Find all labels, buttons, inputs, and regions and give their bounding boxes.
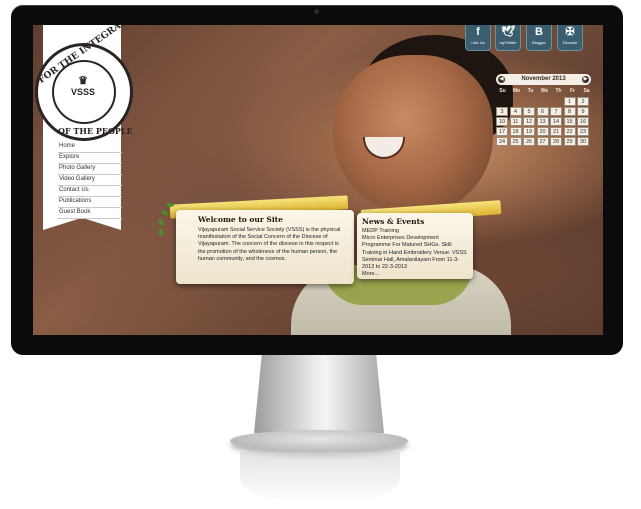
facebook-glyph: f	[476, 26, 480, 38]
calendar-empty-cell	[550, 97, 562, 106]
calendar-day[interactable]: 8	[563, 107, 576, 116]
calendar-day[interactable]: 6	[536, 107, 549, 116]
laurel-leaf-icon	[166, 203, 174, 207]
calendar-day[interactable]: 20	[536, 127, 549, 136]
logo-ring-text-bottom: OF THE PEOPLE	[58, 126, 133, 136]
calendar-header: ◀ November 2013 ▶	[496, 74, 591, 85]
laurel-leaf-icon	[160, 209, 170, 217]
calendar-day[interactable]: 28	[550, 137, 562, 146]
site-logo[interactable]: FOR THE INTEGRAL GROWTH ♛ VSSS OF THE PEO…	[35, 25, 170, 141]
event-calendar: ◀ November 2013 ▶ Su Mo Tu We Th Fr Sa 1234567…	[496, 74, 591, 146]
calendar-weekday: Mo	[512, 88, 521, 94]
calendar-day[interactable]: 24	[496, 137, 508, 146]
diocese-glyph: ✠	[565, 26, 575, 38]
blogger-glyph: B	[535, 26, 543, 38]
calendar-empty-cell	[510, 97, 522, 106]
nav-item-publications[interactable]: Publications	[58, 197, 122, 208]
nav-item-contact-us[interactable]: Contact Us	[58, 186, 122, 197]
blogger-label: Blogger	[532, 40, 546, 45]
calendar-weekday: Sa	[583, 88, 590, 94]
calendar-day[interactable]: 26	[523, 137, 535, 146]
calendar-day[interactable]: 9	[577, 107, 589, 116]
calendar-day[interactable]: 22	[563, 127, 576, 136]
calendar-day[interactable]: 21	[550, 127, 562, 136]
facebook-label: Like Us	[471, 40, 485, 45]
calendar-day[interactable]: 27	[536, 137, 549, 146]
calendar-month-title: November 2013	[521, 76, 566, 82]
twitter-glyph: 🕊	[501, 26, 515, 38]
calendar-day[interactable]: 25	[509, 137, 522, 146]
calendar-weekday: Fr	[570, 88, 575, 94]
logo-emblem: ♛ VSSS	[63, 74, 103, 97]
welcome-title: Welcome to our Site	[198, 215, 283, 224]
diocese-label: Diocese	[562, 40, 578, 45]
laurel-leaf-icon	[157, 217, 165, 227]
calendar-day[interactable]: 11	[509, 117, 522, 126]
news-body: MEDP Training Micro Enterprises Developm…	[362, 228, 467, 271]
welcome-body: Vijayapuram Social Service Society (VSSS…	[198, 227, 341, 262]
news-panel: News & Events MEDP Training Micro Enterp…	[357, 213, 473, 279]
stand-reflection	[240, 452, 400, 504]
twitter-label: myTwitter	[499, 40, 517, 45]
calendar-empty-cell	[496, 97, 508, 106]
webcam-dot	[314, 9, 319, 14]
calendar-day[interactable]: 1	[563, 97, 576, 106]
diocese-icon[interactable]: ✠ Diocese	[557, 25, 583, 51]
news-more-link[interactable]: More...	[362, 271, 467, 278]
calendar-day[interactable]: 7	[550, 107, 562, 116]
calendar-day[interactable]: 17	[496, 127, 508, 136]
calendar-day[interactable]: 2	[577, 97, 589, 106]
logo-emblem-text: VSSS	[70, 87, 95, 97]
calendar-day-grid: 1 2 3 4 5 6 7 8 9 10 11 12 13 14 15 16 17 18 19 20 21 22 23 24 2…	[496, 97, 591, 146]
laurel-leaf-icon	[158, 227, 164, 237]
nav-item-photo-gallery[interactable]: Photo Gallery	[58, 164, 122, 175]
blogger-icon[interactable]: B Blogger	[526, 25, 552, 51]
calendar-day[interactable]: 12	[523, 117, 535, 126]
calendar-empty-cell	[523, 97, 535, 106]
calendar-empty-cell	[537, 97, 549, 106]
calendar-next-icon[interactable]: ▶	[582, 76, 589, 83]
calendar-weekday: We	[540, 88, 549, 94]
calendar-weekday-row: Su Mo Tu We Th Fr Sa	[496, 88, 591, 94]
nav-item-explore[interactable]: Explore	[58, 153, 122, 164]
nav-item-guest-book[interactable]: Guest Book	[58, 208, 122, 219]
crown-icon: ♛	[78, 75, 88, 87]
calendar-day[interactable]: 23	[577, 127, 589, 136]
main-nav: Home Explore Photo Gallery Video Gallery…	[58, 142, 122, 219]
welcome-panel: Welcome to our Site Vijayapuram Social S…	[176, 210, 354, 284]
website-screen: FOR THE INTEGRAL GROWTH ♛ VSSS OF THE PEO…	[33, 25, 603, 335]
calendar-weekday: Tu	[527, 88, 534, 94]
calendar-weekday: Su	[499, 88, 506, 94]
calendar-day[interactable]: 16	[577, 117, 589, 126]
monitor-stand-base	[230, 430, 408, 452]
calendar-weekday: Th	[555, 88, 562, 94]
calendar-prev-icon[interactable]: ◀	[498, 76, 505, 83]
news-title: News & Events	[362, 217, 425, 226]
nav-item-home[interactable]: Home	[58, 142, 122, 153]
calendar-day[interactable]: 10	[496, 117, 508, 126]
calendar-day[interactable]: 30	[577, 137, 589, 146]
calendar-day[interactable]: 3	[496, 107, 508, 116]
nav-item-video-gallery[interactable]: Video Gallery	[58, 175, 122, 186]
monitor-stand-neck	[254, 355, 384, 433]
calendar-day[interactable]: 29	[563, 137, 576, 146]
calendar-day[interactable]: 5	[523, 107, 535, 116]
calendar-day[interactable]: 13	[536, 117, 549, 126]
calendar-day[interactable]: 15	[563, 117, 576, 126]
calendar-day[interactable]: 4	[509, 107, 522, 116]
calendar-day[interactable]: 14	[550, 117, 562, 126]
facebook-icon[interactable]: f Like Us	[465, 25, 491, 51]
calendar-day[interactable]: 19	[523, 127, 535, 136]
monitor-bezel: FOR THE INTEGRAL GROWTH ♛ VSSS OF THE PEO…	[11, 5, 623, 355]
calendar-day[interactable]: 18	[509, 127, 522, 136]
hero-photo-face	[333, 55, 493, 215]
twitter-icon[interactable]: 🕊 myTwitter	[495, 25, 521, 51]
